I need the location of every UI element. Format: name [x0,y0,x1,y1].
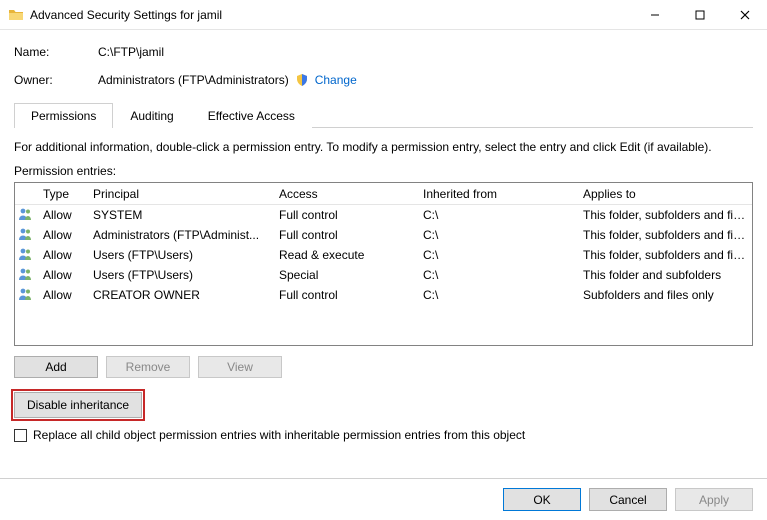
remove-button: Remove [106,356,190,378]
cell-applies: This folder and subfolders [577,268,752,282]
table-row[interactable]: AllowSYSTEMFull controlC:\This folder, s… [15,205,752,225]
name-label: Name: [14,45,98,59]
name-value: C:\FTP\jamil [98,45,164,59]
cell-type: Allow [37,268,87,282]
header-access[interactable]: Access [273,187,417,201]
replace-entries-label: Replace all child object permission entr… [33,428,525,442]
dialog-footer: OK Cancel Apply [0,478,767,520]
folder-icon [8,7,24,23]
info-text: For additional information, double-click… [14,140,753,154]
users-icon [18,207,34,221]
tab-permissions[interactable]: Permissions [14,103,113,128]
maximize-icon [695,10,705,20]
cell-principal: Administrators (FTP\Administ... [87,228,273,242]
cell-access: Full control [273,228,417,242]
table-row[interactable]: AllowCREATOR OWNERFull controlC:\Subfold… [15,285,752,305]
users-icon [18,247,34,261]
cell-inherited: C:\ [417,228,577,242]
cancel-button[interactable]: Cancel [589,488,667,511]
entries-label: Permission entries: [14,164,753,178]
cell-applies: This folder, subfolders and files [577,248,752,262]
change-owner-link[interactable]: Change [315,73,357,87]
cell-type: Allow [37,248,87,262]
cell-type: Allow [37,228,87,242]
apply-button: Apply [675,488,753,511]
table-row[interactable]: AllowUsers (FTP\Users)Read & executeC:\T… [15,245,752,265]
shield-icon [295,73,309,87]
cell-type: Allow [37,288,87,302]
owner-label: Owner: [14,73,98,87]
header-type[interactable]: Type [37,187,87,201]
disable-inheritance-button[interactable]: Disable inheritance [14,392,142,418]
title-bar: Advanced Security Settings for jamil [0,0,767,30]
table-header: Type Principal Access Inherited from App… [15,183,752,205]
tab-effective-access[interactable]: Effective Access [191,103,312,128]
view-button: View [198,356,282,378]
minimize-icon [650,10,660,20]
owner-value: Administrators (FTP\Administrators) [98,73,289,87]
cell-access: Full control [273,288,417,302]
cell-principal: SYSTEM [87,208,273,222]
ok-button[interactable]: OK [503,488,581,511]
cell-access: Full control [273,208,417,222]
close-button[interactable] [722,0,767,29]
add-button[interactable]: Add [14,356,98,378]
cell-inherited: C:\ [417,248,577,262]
users-icon [18,227,34,241]
cell-access: Read & execute [273,248,417,262]
users-icon [18,287,34,301]
users-icon [18,267,34,281]
tab-bar: Permissions Auditing Effective Access [14,102,753,128]
cell-principal: CREATOR OWNER [87,288,273,302]
cell-applies: This folder, subfolders and files [577,208,752,222]
cell-principal: Users (FTP\Users) [87,268,273,282]
cell-applies: Subfolders and files only [577,288,752,302]
header-applies[interactable]: Applies to [577,187,752,201]
cell-applies: This folder, subfolders and files [577,228,752,242]
maximize-button[interactable] [677,0,722,29]
minimize-button[interactable] [632,0,677,29]
window-title: Advanced Security Settings for jamil [30,8,632,22]
header-inherited[interactable]: Inherited from [417,187,577,201]
close-icon [740,10,750,20]
cell-inherited: C:\ [417,288,577,302]
header-principal[interactable]: Principal [87,187,273,201]
table-row[interactable]: AllowAdministrators (FTP\Administ...Full… [15,225,752,245]
tab-auditing[interactable]: Auditing [113,103,190,128]
cell-inherited: C:\ [417,268,577,282]
cell-type: Allow [37,208,87,222]
cell-inherited: C:\ [417,208,577,222]
cell-access: Special [273,268,417,282]
cell-principal: Users (FTP\Users) [87,248,273,262]
permissions-table: Type Principal Access Inherited from App… [14,182,753,346]
table-row[interactable]: AllowUsers (FTP\Users)SpecialC:\This fol… [15,265,752,285]
replace-entries-checkbox[interactable] [14,429,27,442]
